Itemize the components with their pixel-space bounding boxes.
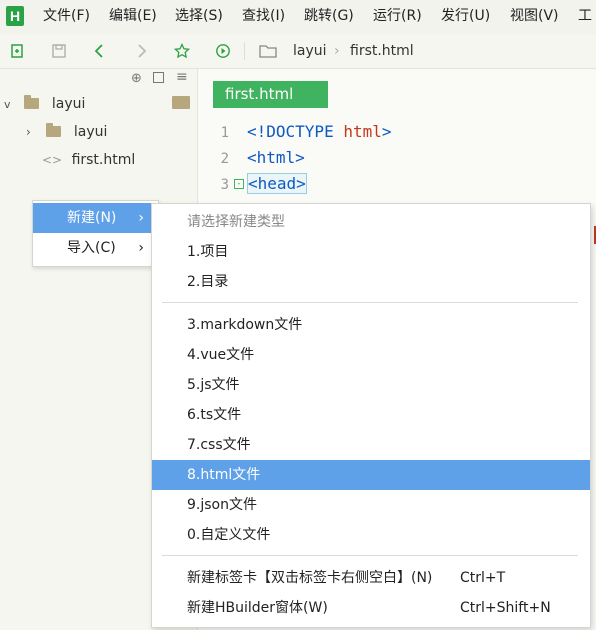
menu-view[interactable]: 视图(V) <box>510 0 559 34</box>
star-icon[interactable] <box>172 34 192 68</box>
context-item-label: 导入(C) <box>67 240 116 256</box>
code-token: > <box>295 148 305 167</box>
tree-item-root-folder[interactable]: v layui <box>4 90 85 118</box>
menubar: H 文件(F) 编辑(E) 选择(S) 查找(I) 跳转(G) 运行(R) 发行… <box>0 0 596 34</box>
code-line[interactable]: 3- <head> <box>198 171 307 197</box>
forward-icon[interactable] <box>131 34 151 68</box>
code-token: < <box>247 148 257 167</box>
code-token: > <box>296 174 306 193</box>
menu-separator <box>162 555 578 556</box>
context-menu: 新建(N) › 导入(C) › <box>32 200 159 267</box>
tree-item-label: layui <box>51 96 86 112</box>
submenu-item-markdown[interactable]: 3.markdown文件 <box>152 310 590 340</box>
menu-file[interactable]: 文件(F) <box>43 0 90 34</box>
submenu-item-js[interactable]: 5.js文件 <box>152 370 590 400</box>
tree-item-label: first.html <box>71 152 136 168</box>
chevron-right-icon: › <box>138 210 144 226</box>
menu-find[interactable]: 查找(I) <box>242 0 285 34</box>
submenu-item-json[interactable]: 9.json文件 <box>152 490 590 520</box>
chevron-right-icon: › <box>138 240 144 256</box>
run-icon[interactable] <box>213 34 233 68</box>
menu-publish[interactable]: 发行(U) <box>441 0 490 34</box>
breadcrumb-file[interactable]: first.html <box>350 34 414 68</box>
context-item-label: 新建(N) <box>67 210 117 226</box>
submenu-item-label: 5.js文件 <box>187 377 240 393</box>
submenu-item-vue[interactable]: 4.vue文件 <box>152 340 590 370</box>
new-file-icon[interactable] <box>8 34 28 68</box>
save-icon[interactable] <box>49 34 69 68</box>
line-number: 2 <box>220 151 229 167</box>
submenu-item-label: 9.json文件 <box>187 497 257 513</box>
submenu-item-label: 1.项目 <box>187 244 229 260</box>
submenu-item-project[interactable]: 1.项目 <box>152 237 590 267</box>
tab-first-html[interactable]: first.html <box>213 81 328 108</box>
hbuilder-logo-icon[interactable]: H <box>6 6 24 26</box>
new-submenu: 请选择新建类型 1.项目 2.目录 3.markdown文件 4.vue文件 5… <box>151 203 591 628</box>
submenu-item-label: 新建标签卡【双击标签卡右侧空白】(N) <box>187 570 433 586</box>
submenu-item-directory[interactable]: 2.目录 <box>152 267 590 297</box>
submenu-header-label: 请选择新建类型 <box>187 214 285 230</box>
toolbar: layui › first.html <box>0 34 596 69</box>
submenu-header: 请选择新建类型 <box>152 207 590 237</box>
chevron-down-icon[interactable]: v <box>4 91 18 119</box>
line-number: 1 <box>220 125 229 141</box>
code-line[interactable]: 1 <!DOCTYPE html> <box>198 119 392 145</box>
chevron-right-icon[interactable]: › <box>26 118 40 146</box>
folder-icon <box>46 123 62 137</box>
submenu-item-shortcut: Ctrl+T <box>460 570 506 586</box>
sidebar-menu-icon[interactable]: ≡ <box>176 69 188 85</box>
code-token: < <box>248 174 258 193</box>
back-icon[interactable] <box>90 34 110 68</box>
breadcrumb-separator-icon: › <box>334 43 340 59</box>
folder-icon <box>258 34 278 68</box>
submenu-item-custom[interactable]: 0.自定义文件 <box>152 520 590 550</box>
submenu-item-label: 2.目录 <box>187 274 229 290</box>
menu-goto[interactable]: 跳转(G) <box>304 0 354 34</box>
locate-icon[interactable]: ⊕ <box>131 71 142 86</box>
line-number: 3 <box>220 177 229 193</box>
code-token: html <box>333 122 382 141</box>
code-token: <! <box>247 122 267 141</box>
menu-run[interactable]: 运行(R) <box>373 0 422 34</box>
submenu-item-shortcut: Ctrl+Shift+N <box>460 600 551 616</box>
tree-item-label: layui <box>73 124 108 140</box>
folder-large-icon <box>172 96 190 109</box>
menu-tools[interactable]: 工 <box>578 0 596 34</box>
submenu-item-html[interactable]: 8.html文件 <box>152 460 590 490</box>
code-token: > <box>381 122 392 141</box>
breadcrumb-project[interactable]: layui <box>293 34 327 68</box>
code-token: html <box>256 148 296 167</box>
menu-select[interactable]: 选择(S) <box>175 0 223 34</box>
collapse-icon[interactable] <box>153 72 164 83</box>
fold-icon[interactable]: - <box>234 179 244 189</box>
submenu-item-label: 7.css文件 <box>187 437 251 453</box>
submenu-item-new-tab[interactable]: 新建标签卡【双击标签卡右侧空白】(N) Ctrl+T <box>152 563 590 593</box>
menu-separator <box>162 302 578 303</box>
submenu-item-ts[interactable]: 6.ts文件 <box>152 400 590 430</box>
submenu-item-label: 6.ts文件 <box>187 407 242 423</box>
html-file-icon: <> <box>42 153 63 167</box>
tree-item-subfolder[interactable]: › layui <box>26 118 107 146</box>
submenu-item-css[interactable]: 7.css文件 <box>152 430 590 460</box>
code-line[interactable]: 2 <html> <box>198 145 305 171</box>
toolbar-divider <box>244 42 245 60</box>
folder-icon <box>24 95 40 109</box>
submenu-item-label: 0.自定义文件 <box>187 527 271 543</box>
code-token: DOCTYPE <box>266 122 334 141</box>
submenu-item-label: 4.vue文件 <box>187 347 255 363</box>
submenu-item-label: 新建HBuilder窗体(W) <box>187 600 328 616</box>
menu-edit[interactable]: 编辑(E) <box>109 0 157 34</box>
submenu-item-label: 3.markdown文件 <box>187 317 303 333</box>
context-item-import[interactable]: 导入(C) › <box>33 233 158 263</box>
code-token: head <box>257 174 297 193</box>
submenu-item-new-window[interactable]: 新建HBuilder窗体(W) Ctrl+Shift+N <box>152 593 590 623</box>
tree-item-file[interactable]: <> first.html <box>42 146 135 174</box>
submenu-item-label: 8.html文件 <box>187 467 261 483</box>
context-item-new[interactable]: 新建(N) › <box>33 203 158 233</box>
